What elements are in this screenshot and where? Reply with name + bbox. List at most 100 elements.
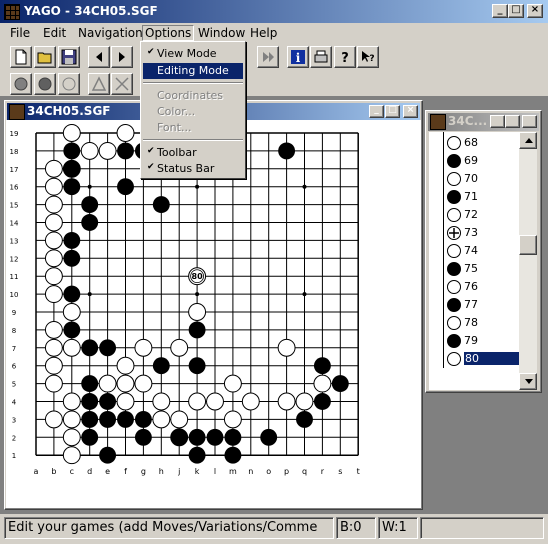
cross-mark-button[interactable] (111, 73, 133, 95)
scroll-down-icon[interactable] (519, 373, 537, 390)
move-tree-item[interactable]: 80 (429, 348, 519, 368)
svg-text:i: i (296, 51, 301, 65)
arrow-end-icon (263, 52, 274, 62)
board-minimize-icon[interactable]: _ (369, 105, 384, 118)
open-file-button[interactable] (34, 46, 56, 68)
row-label: 18 (10, 148, 19, 156)
scroll-thumb[interactable] (519, 235, 537, 255)
row-label: 15 (10, 202, 19, 210)
row-label: 2 (12, 434, 16, 442)
white-stone (62, 303, 81, 321)
tree-close-icon[interactable]: × (522, 115, 537, 128)
row-label: 8 (12, 327, 16, 335)
white-stone (44, 213, 63, 232)
white-stone (98, 374, 117, 393)
menu-item-editing-mode[interactable]: Editing Mode (143, 63, 243, 79)
next-move-button[interactable] (111, 46, 133, 68)
previous-move-button[interactable] (88, 46, 110, 68)
move-number: 77 (464, 298, 478, 311)
app-icon[interactable] (4, 4, 20, 20)
new-file-button[interactable] (10, 46, 32, 68)
black-stone (63, 178, 81, 196)
print-button[interactable] (310, 46, 332, 68)
menu-item-view-mode[interactable]: ✔ View Mode (143, 46, 243, 62)
row-label: 9 (12, 309, 16, 317)
white-stone (295, 392, 314, 411)
printer-icon (314, 50, 328, 63)
board-close-icon[interactable]: × (403, 105, 418, 118)
white-stone (44, 356, 63, 375)
maximize-icon[interactable]: □ (508, 4, 524, 18)
white-stone (152, 410, 171, 429)
tree-connector (443, 312, 444, 332)
white-stone (44, 231, 63, 250)
move-tree-list[interactable]: 68 69 70 71 72 73 74 75 76 77 78 79 80 (429, 132, 519, 390)
move-number: 71 (464, 190, 478, 203)
col-label: n (248, 467, 253, 476)
black-stone (81, 339, 99, 357)
save-file-button[interactable] (58, 46, 80, 68)
star-point (302, 184, 307, 189)
info-button[interactable]: i (287, 46, 309, 68)
menu-file[interactable]: File (10, 26, 30, 40)
tree-connector (443, 258, 444, 278)
tree-minimize-icon[interactable]: _ (490, 115, 505, 128)
black-stone-button[interactable] (34, 73, 56, 95)
black-stone (81, 428, 99, 446)
board-maximize-icon[interactable]: □ (385, 105, 400, 118)
black-stone (63, 142, 81, 160)
stone-icon (447, 226, 461, 240)
scroll-up-icon[interactable] (519, 132, 537, 149)
alternate-stone-button[interactable] (10, 73, 32, 95)
menu-item-font: Font... (157, 121, 192, 134)
title-bar: YAGO - 34CH05.SGF _ □ × (0, 0, 548, 23)
white-stone (277, 392, 296, 411)
menu-help[interactable]: Help (250, 26, 277, 40)
tree-file-icon (430, 114, 446, 130)
stone-icon (447, 190, 461, 204)
col-label: p (284, 467, 289, 476)
stone-icon (447, 262, 461, 276)
tree-connector (443, 222, 444, 242)
black-stone (278, 142, 296, 160)
last-move-number: 80 (192, 272, 204, 281)
open-folder-icon (37, 52, 52, 64)
check-icon: ✔ (147, 47, 155, 57)
last-move-button[interactable] (257, 46, 279, 68)
black-stone (63, 249, 81, 267)
move-number: 74 (464, 244, 478, 257)
move-number: 69 (464, 154, 478, 167)
white-stone (44, 374, 63, 393)
menu-window[interactable]: Window (198, 26, 245, 40)
white-stone (170, 410, 189, 429)
black-stone (313, 357, 331, 375)
tree-connector (443, 348, 444, 368)
tree-maximize-icon[interactable]: □ (505, 115, 520, 128)
stone-icon (447, 280, 461, 294)
status-message: Edit your games (add Moves/Variations/Co… (4, 517, 334, 539)
stone-icon (447, 316, 461, 330)
menu-item-status-bar[interactable]: ✔ Status Bar (143, 161, 243, 177)
white-stone-button[interactable] (58, 73, 80, 95)
tree-connector (443, 240, 444, 260)
tree-scrollbar[interactable] (519, 132, 537, 390)
black-stone (188, 357, 206, 375)
row-label: 3 (12, 416, 16, 424)
help-button[interactable]: ? (334, 46, 356, 68)
white-stone (241, 392, 260, 411)
minimize-icon[interactable]: _ (492, 4, 508, 18)
menu-options[interactable]: Options (142, 25, 195, 41)
black-stone (134, 410, 152, 428)
white-stone (44, 177, 63, 196)
black-stone (170, 428, 188, 446)
menu-navigation[interactable]: Navigation (78, 26, 143, 40)
col-label: q (302, 467, 307, 476)
white-stone (134, 338, 153, 357)
white-stone (62, 428, 81, 447)
menu-item-toolbar[interactable]: ✔ Toolbar (143, 145, 243, 161)
menu-edit[interactable]: Edit (43, 26, 66, 40)
move-number: 80 (464, 352, 519, 365)
triangle-mark-button[interactable] (88, 73, 110, 95)
context-help-button[interactable]: ? (357, 46, 379, 68)
close-icon[interactable]: × (527, 4, 543, 18)
